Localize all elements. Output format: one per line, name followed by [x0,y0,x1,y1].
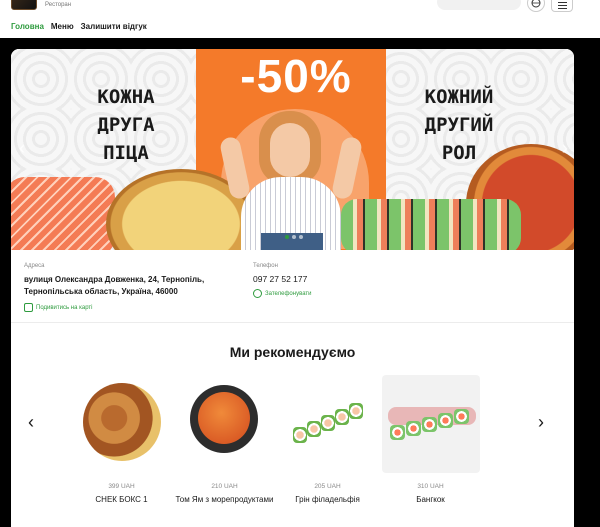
roll-piece [306,421,321,437]
roll-piece [421,417,437,432]
roll-piece [334,409,349,425]
product-name[interactable]: Том Ям з морепродуктами [173,494,276,505]
address-label: Адреса [24,263,45,269]
banner-next-button[interactable]: › [556,139,574,157]
phone-icon [253,289,262,298]
promo-discount: -50% [240,50,352,102]
restaurant-subtitle: Ресторан [45,2,72,8]
promo-right-line-1: КОЖНИЙ [424,86,494,108]
roll-piece [405,421,421,436]
globe-icon [531,0,541,8]
map-link-label: Подивитись на карті [36,304,93,311]
nav-item-review[interactable]: Залишити відгук [81,22,147,31]
divider [11,322,574,323]
product-price: 310 UAH [417,483,444,490]
banner-pagination [285,235,303,239]
phone-label: Телефон [253,263,278,269]
restaurant-card: -50% КОЖНА ДРУГА ПІЦА КОЖНИЙ ДРУГИЙ РОЛ … [11,49,574,527]
roll-piece [453,409,469,424]
banner-dot[interactable] [299,235,303,239]
product-image[interactable] [73,375,171,473]
menu-button[interactable] [551,0,573,12]
soup [197,392,250,444]
product-price: 399 UAH [108,483,135,490]
banner-prev-button[interactable]: ‹ [13,139,31,157]
recommendations-title: Ми рекомендуємо [229,344,356,360]
address-value: вулиця Олександра Довженка, 24, Тернопіл… [24,275,205,296]
roll-piece [437,413,453,428]
roll-piece [348,403,363,419]
main-nav: Головна Меню Залишити відгук [11,22,147,31]
promo-banner[interactable]: -50% КОЖНА ДРУГА ПІЦА КОЖНИЙ ДРУГИЙ РОЛ … [11,49,574,250]
map-icon [24,303,33,312]
promo-left-line-2: ДРУГА ПІЦА [97,114,155,164]
map-link[interactable]: Подивитись на карті [24,303,224,312]
snack-plate [82,383,161,461]
nav-item-home[interactable]: Головна [11,22,44,31]
banner-dot[interactable] [292,235,296,239]
model-face [270,123,310,177]
nav-item-menu[interactable]: Меню [51,22,74,31]
roll-piece [389,425,405,440]
phone-block: Телефон 097 27 52 177 Зателефонувати [253,263,403,298]
product-name[interactable]: Бангкок [379,494,482,505]
product-image[interactable] [176,375,274,473]
carousel-prev-button[interactable]: ‹ [28,412,34,433]
restaurant-logo[interactable] [11,0,37,10]
header: Ресторан Головна Меню Залишити відгук [0,0,600,38]
product-image[interactable] [279,375,377,473]
banner-dot[interactable] [285,235,289,239]
recommendations-list: 399 UAH СНЕК БОКС 1 210 UAH Том Ям з мор… [70,375,482,505]
call-link-label: Зателефонувати [265,290,312,297]
product-price: 205 UAH [314,483,341,490]
rolls-image [341,199,521,250]
product-card[interactable]: 399 UAH СНЕК БОКС 1 [70,375,173,505]
call-link[interactable]: Зателефонувати [253,289,403,298]
search-input[interactable] [437,0,521,10]
product-card[interactable]: 210 UAH Том Ям з морепродуктами [173,375,276,505]
promo-left-line-1: КОЖНА [97,86,155,108]
product-image[interactable] [381,375,480,473]
language-button[interactable] [527,0,545,12]
product-name[interactable]: СНЕК БОКС 1 [70,494,173,505]
product-price: 210 UAH [211,483,238,490]
promo-left-text: КОЖНА ДРУГА ПІЦА [71,83,181,167]
phone-value: 097 27 52 177 [253,274,308,284]
hamburger-icon [557,1,567,3]
product-card[interactable]: 310 UAH Бангкок [379,375,482,505]
sushi-image [11,177,115,250]
address-block: Адреса вулиця Олександра Довженка, 24, Т… [24,263,224,312]
product-card[interactable]: 205 UAH Грін філадельфія [276,375,379,505]
roll-piece [320,415,335,431]
roll-piece [292,427,307,443]
carousel-next-button[interactable]: › [538,412,544,433]
product-name[interactable]: Грін філадельфія [276,494,379,505]
